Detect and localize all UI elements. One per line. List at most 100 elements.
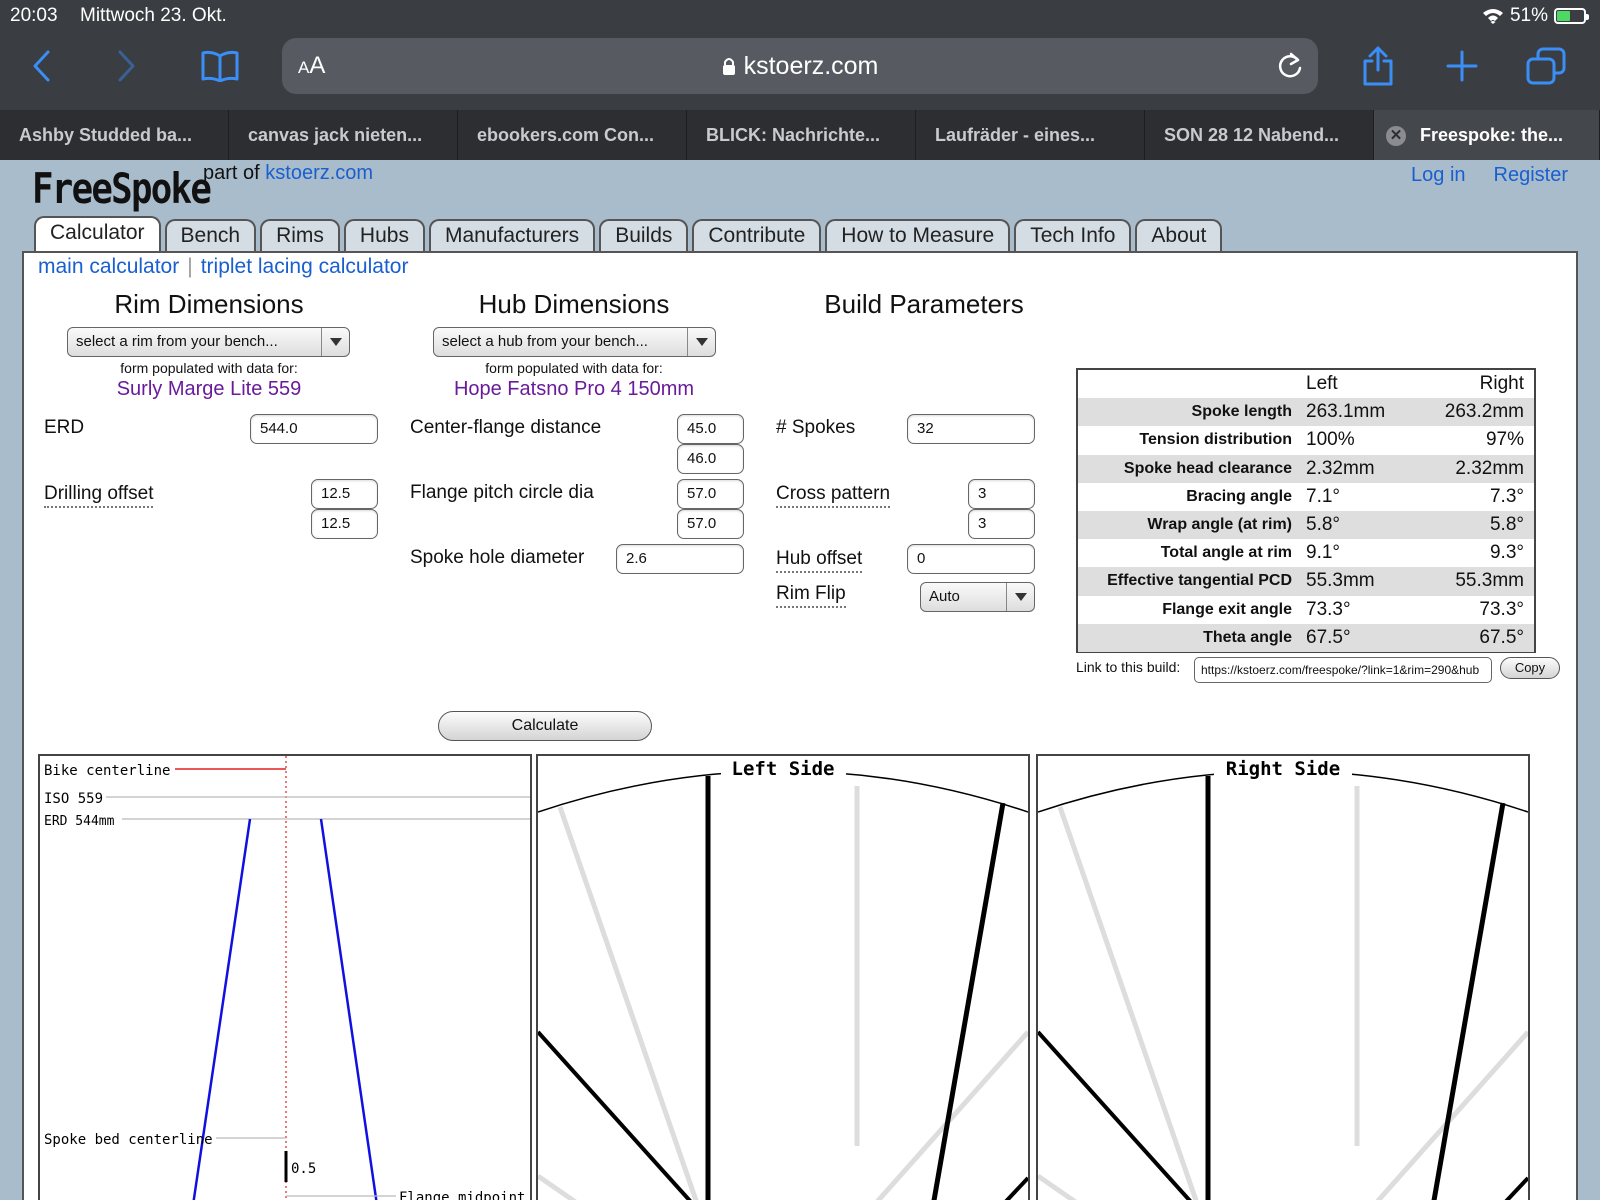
results-left-header: Left xyxy=(1306,373,1338,395)
tab-rims[interactable]: Rims xyxy=(260,219,340,251)
site-nav: Calculator Bench Rims Hubs Manufacturers… xyxy=(34,216,1223,251)
copy-button[interactable]: Copy xyxy=(1500,657,1560,679)
hub-offset-label[interactable]: Hub offset xyxy=(776,548,863,573)
row-label: Tension distribution xyxy=(1139,431,1292,449)
address-bar[interactable]: AA kstoerz.com xyxy=(282,38,1318,94)
drilling-offset-right-input[interactable]: 12.5 xyxy=(311,509,378,539)
row-right-value: 67.5° xyxy=(1422,623,1534,652)
browser-tab-active[interactable]: ✕ Freespoke: the... xyxy=(1374,110,1600,160)
browser-tab[interactable]: ebookers.com Con... xyxy=(458,110,687,160)
center-flange-left-input[interactable]: 45.0 xyxy=(677,414,744,444)
tab-about[interactable]: About xyxy=(1135,219,1223,251)
row-left-value: 2.32mm xyxy=(1304,454,1422,483)
close-tab-icon[interactable]: ✕ xyxy=(1386,126,1406,146)
status-bar: 20:03 Mittwoch 23. Okt. 51% xyxy=(0,0,1600,32)
hub-offset-input[interactable]: 0 xyxy=(907,544,1035,574)
spoke-hole-input[interactable]: 2.6 xyxy=(616,544,744,574)
browser-tab[interactable]: canvas jack nieten... xyxy=(229,110,458,160)
rim-flip-select[interactable]: Auto xyxy=(920,582,1035,612)
build-link-field[interactable]: https://kstoerz.com/freespoke/?link=1&ri… xyxy=(1194,657,1492,683)
erd-diagram-label: ERD 544mm xyxy=(44,814,115,829)
center-flange-label: Center-flange distance xyxy=(410,417,602,438)
row-right-value: 263.2mm xyxy=(1422,398,1534,427)
register-link[interactable]: Register xyxy=(1494,164,1568,187)
right-spoke-profile xyxy=(319,818,378,1200)
bookmarks-icon[interactable] xyxy=(198,44,242,88)
tab-how-to-measure[interactable]: How to Measure xyxy=(825,219,1011,251)
rim-form-note: form populated with data for: xyxy=(120,360,298,376)
table-row: Spoke head clearance 2.32mm 2.32mm xyxy=(1078,454,1534,483)
spoke xyxy=(1057,806,1199,1200)
row-right-value: 7.3° xyxy=(1489,485,1524,507)
tab-contribute[interactable]: Contribute xyxy=(692,219,822,251)
row-label: Flange exit angle xyxy=(1162,600,1292,618)
lock-icon xyxy=(722,58,735,75)
row-left-value: 9.1° xyxy=(1306,542,1341,564)
url-domain: kstoerz.com xyxy=(743,52,879,80)
login-link[interactable]: Log in xyxy=(1411,164,1466,187)
spoke xyxy=(1038,1173,1078,1200)
browser-tab[interactable]: SON 28 12 Nabend... xyxy=(1145,110,1374,160)
tab-tech-info[interactable]: Tech Info xyxy=(1014,219,1132,251)
hub-select[interactable]: select a hub from your bench... xyxy=(433,327,716,357)
erd-input[interactable]: 544.0 xyxy=(250,414,378,444)
tab-bench[interactable]: Bench xyxy=(164,219,257,251)
rim-select[interactable]: select a rim from your bench... xyxy=(67,327,350,357)
kstoerz-link[interactable]: kstoerz.com xyxy=(265,162,373,184)
rim-name[interactable]: Surly Marge Lite 559 xyxy=(54,378,364,401)
row-label: Bracing angle xyxy=(1186,487,1292,505)
flange-pcd-right-input[interactable]: 57.0 xyxy=(677,509,744,539)
cross-pattern-left-input[interactable]: 3 xyxy=(968,479,1035,509)
row-left-value: 263.1mm xyxy=(1304,398,1422,427)
hub-name[interactable]: Hope Fatsno Pro 4 150mm xyxy=(419,378,729,401)
browser-tab[interactable]: BLICK: Nachrichte... xyxy=(687,110,916,160)
browser-tab[interactable]: Laufräder - eines... xyxy=(916,110,1145,160)
right-side-title: Right Side xyxy=(1226,758,1340,780)
hub-dimensions-heading: Hub Dimensions xyxy=(478,289,670,319)
row-right-value: 5.8° xyxy=(1422,510,1534,540)
row-label: Theta angle xyxy=(1078,623,1304,652)
tab-builds[interactable]: Builds xyxy=(599,219,689,251)
share-icon[interactable] xyxy=(1356,44,1400,88)
tab-hubs[interactable]: Hubs xyxy=(343,219,425,251)
spoke xyxy=(557,806,699,1200)
sublink-separator: | xyxy=(187,255,193,278)
center-flange-right-input[interactable]: 46.0 xyxy=(677,444,744,474)
site-logo[interactable]: FreeSpoke xyxy=(32,164,212,213)
back-icon[interactable] xyxy=(20,44,64,88)
row-label: Spoke length xyxy=(1078,398,1304,427)
cross-pattern-label[interactable]: Cross pattern xyxy=(776,483,891,508)
main-calculator-link[interactable]: main calculator xyxy=(38,255,179,278)
table-row: Effective tangential PCD 55.3mm 55.3mm xyxy=(1078,567,1534,596)
tabs-overview-icon[interactable] xyxy=(1524,44,1568,88)
spokes-input[interactable]: 32 xyxy=(907,414,1035,444)
flange-pcd-left-input[interactable]: 57.0 xyxy=(677,479,744,509)
spokes-label: # Spokes xyxy=(776,417,856,438)
build-parameters-heading: Build Parameters xyxy=(824,289,1024,319)
table-row: Total angle at rim 9.1° 9.3° xyxy=(1078,539,1534,567)
spoke xyxy=(931,802,1006,1200)
browser-tab[interactable]: Ashby Studded ba... xyxy=(0,110,229,160)
rim-flip-label[interactable]: Rim Flip xyxy=(776,583,846,608)
row-left-value: 5.8° xyxy=(1304,510,1422,540)
drilling-offset-left-input[interactable]: 12.5 xyxy=(311,479,378,509)
cross-pattern-right-input[interactable]: 3 xyxy=(968,509,1035,539)
calculate-button[interactable]: Calculate xyxy=(438,711,652,741)
rim-flip-value: Auto xyxy=(929,588,960,605)
rim-profile-diagram: Bike centerline ISO 559 ERD 544mm Spoke … xyxy=(38,754,532,1200)
tab-manufacturers[interactable]: Manufacturers xyxy=(428,219,596,251)
row-right-value: 55.3mm xyxy=(1422,567,1534,596)
status-date: Mittwoch 23. Okt. xyxy=(80,5,227,26)
spoke xyxy=(1431,802,1506,1200)
iso-label: ISO 559 xyxy=(44,791,103,807)
spoke xyxy=(538,1030,692,1200)
triplet-calculator-link[interactable]: triplet lacing calculator xyxy=(201,255,409,278)
tab-calculator[interactable]: Calculator xyxy=(34,216,161,251)
spoke xyxy=(1004,1176,1028,1200)
drilling-offset-label[interactable]: Drilling offset xyxy=(44,483,154,508)
part-of-text: part of xyxy=(203,162,260,184)
new-tab-icon[interactable] xyxy=(1440,44,1484,88)
reload-icon[interactable] xyxy=(1276,51,1304,81)
row-right-value: 9.3° xyxy=(1489,542,1524,564)
forward-icon[interactable] xyxy=(104,44,148,88)
